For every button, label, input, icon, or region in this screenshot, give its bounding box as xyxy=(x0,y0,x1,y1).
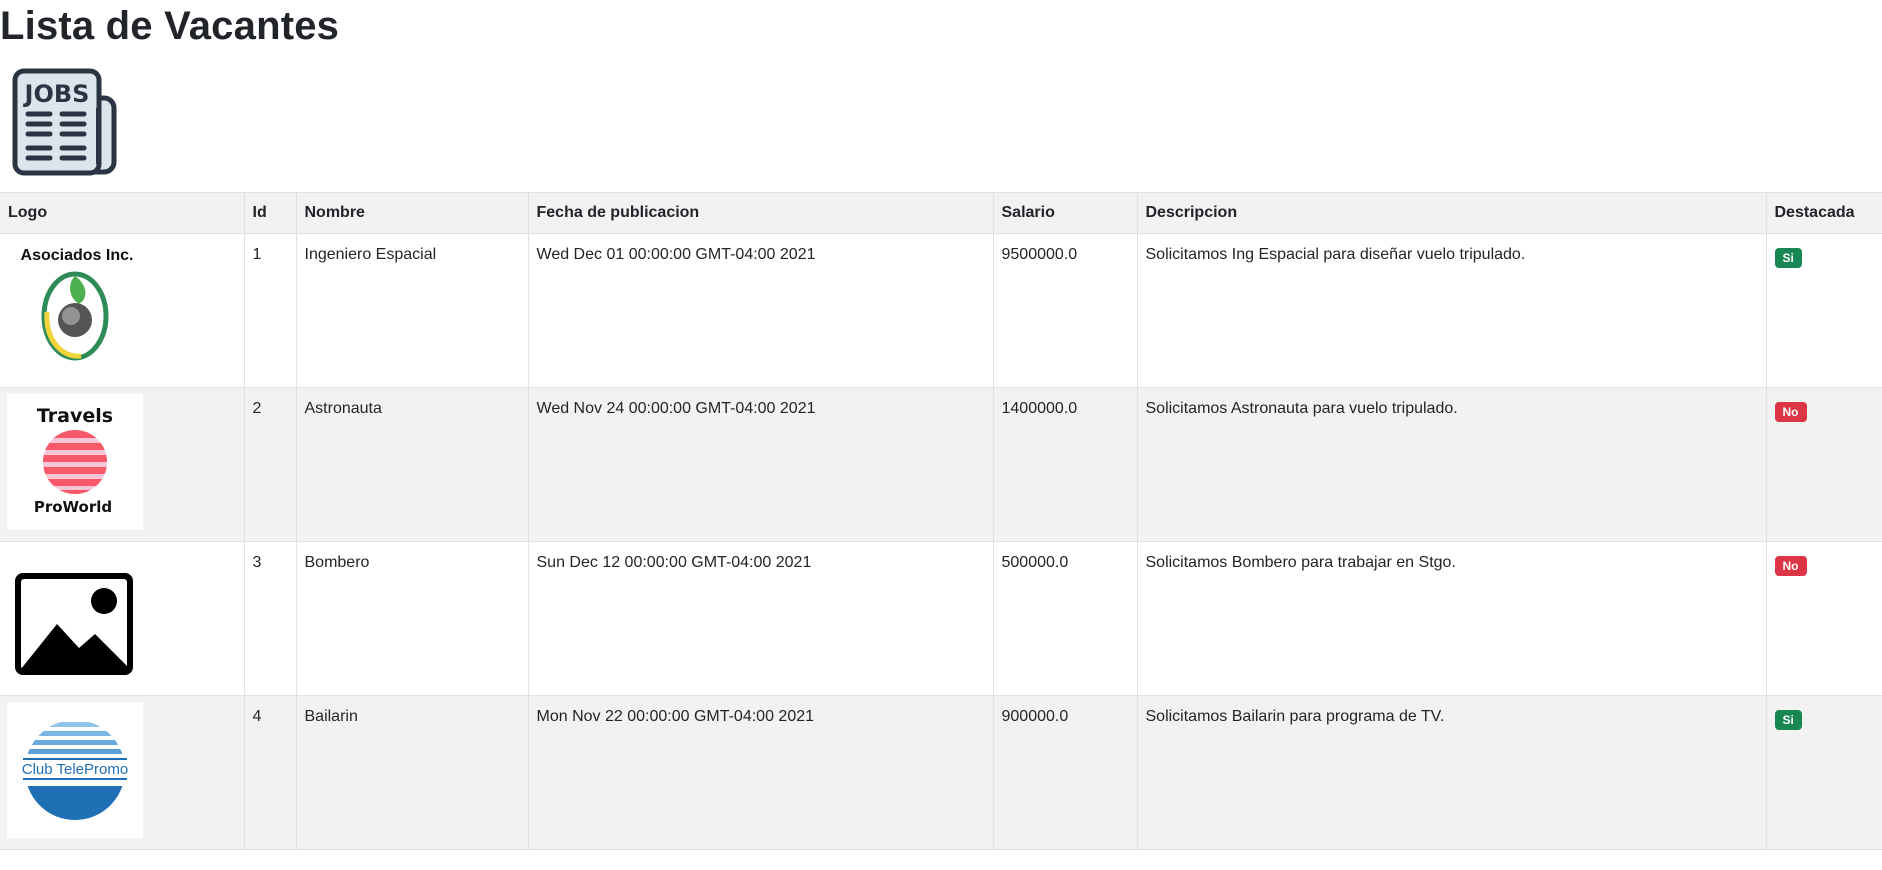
cell-nombre: Bombero xyxy=(296,541,529,696)
column-header-salario: Salario xyxy=(993,192,1138,234)
telepromo-logo-text: Club TelePromo xyxy=(22,761,128,778)
cell-descripcion: Solicitamos Bailarin para programa de TV… xyxy=(1137,695,1767,850)
cell-nombre: Ingeniero Espacial xyxy=(296,233,529,388)
cell-id: 2 xyxy=(244,387,297,542)
cell-salario: 500000.0 xyxy=(993,541,1138,696)
jobs-newspaper-icon: JOBS xyxy=(12,68,117,176)
cell-destacada: No xyxy=(1766,387,1882,542)
club-telepromo-logo: Club TelePromo xyxy=(7,702,143,838)
page-title: Lista de Vacantes xyxy=(0,4,340,48)
logo-cell xyxy=(0,541,245,696)
asociados-logo-text: Asociados Inc. xyxy=(21,247,134,264)
cell-descripcion: Solicitamos Ing Espacial para diseñar vu… xyxy=(1137,233,1767,388)
cell-salario: 900000.0 xyxy=(993,695,1138,850)
table-row: Asociados Inc. 1 Ingeniero Espacial Wed … xyxy=(0,233,1882,388)
vacancies-table: Logo Id Nombre Fecha de publicacion Sala… xyxy=(0,192,1882,850)
logo-cell: Club TelePromo xyxy=(0,695,245,850)
table-header-row: Logo Id Nombre Fecha de publicacion Sala… xyxy=(0,192,1882,234)
column-header-fecha: Fecha de publicacion xyxy=(528,192,994,234)
table-row: Travels ProWorld 2 Astronauta Wed Nov 24… xyxy=(0,387,1882,542)
status-badge: No xyxy=(1774,402,1807,422)
column-header-nombre: Nombre xyxy=(296,192,529,234)
cell-destacada: No xyxy=(1766,541,1882,696)
cell-id: 4 xyxy=(244,695,297,850)
cell-id: 3 xyxy=(244,541,297,696)
proworld-logo-text: ProWorld xyxy=(34,498,112,516)
travels-proworld-logo: Travels ProWorld xyxy=(7,394,143,530)
jobs-icon-label: JOBS xyxy=(23,80,90,108)
cell-destacada: Si xyxy=(1766,233,1882,388)
column-header-destacada: Destacada xyxy=(1766,192,1882,234)
cell-id: 1 xyxy=(244,233,297,388)
cell-descripcion: Solicitamos Astronauta para vuelo tripul… xyxy=(1137,387,1767,542)
cell-descripcion: Solicitamos Bombero para trabajar en Stg… xyxy=(1137,541,1767,696)
column-header-descripcion: Descripcion xyxy=(1137,192,1767,234)
status-badge: Si xyxy=(1774,248,1802,268)
status-badge: No xyxy=(1774,556,1807,576)
cell-fecha: Wed Dec 01 00:00:00 GMT-04:00 2021 xyxy=(528,233,994,388)
asociados-logo: Asociados Inc. xyxy=(21,247,134,361)
column-header-logo: Logo xyxy=(0,192,245,234)
cell-nombre: Bailarin xyxy=(296,695,529,850)
status-badge: Si xyxy=(1774,710,1802,730)
cell-salario: 1400000.0 xyxy=(993,387,1138,542)
cell-destacada: Si xyxy=(1766,695,1882,850)
column-header-id: Id xyxy=(244,192,297,234)
cell-fecha: Sun Dec 12 00:00:00 GMT-04:00 2021 xyxy=(528,541,994,696)
cell-salario: 9500000.0 xyxy=(993,233,1138,388)
table-row: 3 Bombero Sun Dec 12 00:00:00 GMT-04:00 … xyxy=(0,541,1882,696)
cell-fecha: Wed Nov 24 00:00:00 GMT-04:00 2021 xyxy=(528,387,994,542)
image-placeholder-icon xyxy=(15,573,133,675)
logo-cell: Travels ProWorld xyxy=(0,387,245,542)
travels-logo-text: Travels xyxy=(37,405,113,427)
cell-fecha: Mon Nov 22 00:00:00 GMT-04:00 2021 xyxy=(528,695,994,850)
table-row: Club TelePromo 4 Bailarin Mon Nov 22 00:… xyxy=(0,695,1882,850)
cell-nombre: Astronauta xyxy=(296,387,529,542)
logo-cell: Asociados Inc. xyxy=(0,233,245,388)
